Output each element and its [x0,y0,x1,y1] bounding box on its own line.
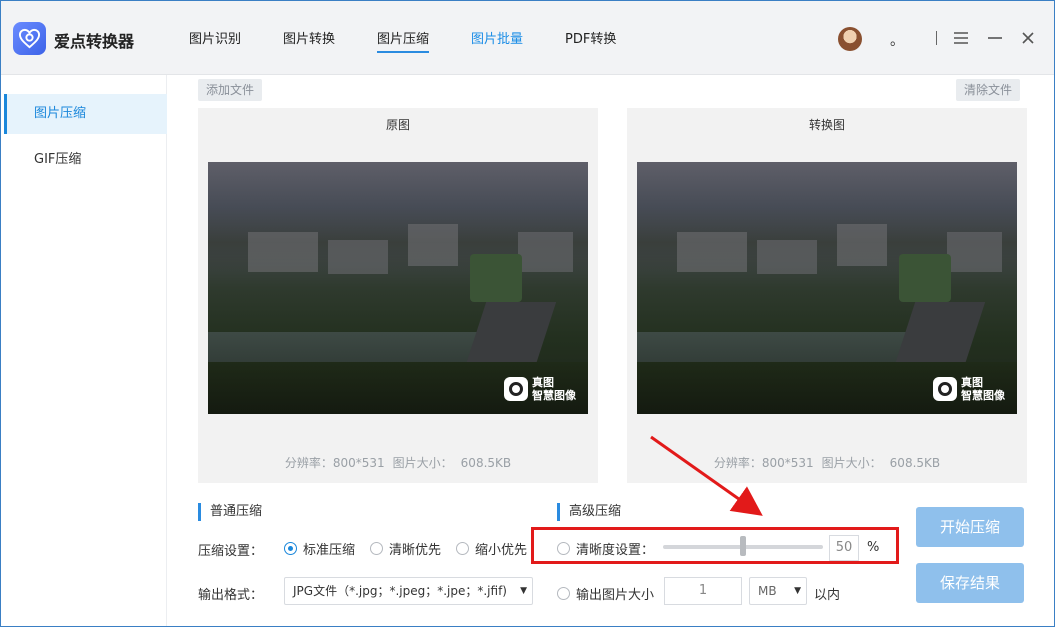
sidebar: 图片压缩 GIF压缩 [4,75,167,626]
output-format-select[interactable]: JPG文件（*.jpg；*.jpeg；*.jpe；*.jfif) ▼ [284,577,533,605]
tab-image-batch[interactable]: 图片批量 [471,28,523,47]
clear-file-button[interactable]: 清除文件 [956,79,1021,101]
output-format-value: JPG文件（*.jpg；*.jpeg；*.jpe；*.jfif) [293,584,507,598]
converted-size-label: 图片大小： [821,456,882,470]
tab-pdf-convert[interactable]: PDF转换 [565,28,616,47]
radio-output-size[interactable]: 输出图片大小 [557,584,654,603]
chevron-down-icon: ▼ [794,586,801,596]
output-size-unit-value: MB [758,584,777,598]
original-size-label: 图片大小： [392,456,453,470]
converted-size-value: 608.5KB [889,456,941,470]
main-content: 添加文件 清除文件 原图 真图 智慧图像 分辨率：800*531 图片大小： 6… [167,75,1054,626]
title-bar: 爱点转换器 图片识别 图片转换 图片压缩 图片批量 PDF转换 。 [1,1,1054,75]
sidebar-item-gif-compress[interactable]: GIF压缩 [4,140,167,180]
watermark: 真图 智慧图像 [933,376,1005,402]
sidebar-item-image-compress[interactable]: 图片压缩 [4,94,167,134]
watermark-logo-icon [504,377,528,401]
original-size-value: 608.5KB [460,456,512,470]
highlight-box [531,527,899,564]
original-image: 真图 智慧图像 [208,162,588,414]
converted-image-panel: 转换图 真图 智慧图像 分辨率：800*531 图片大小： 608.5KB [627,108,1027,483]
watermark-line2: 智慧图像 [961,389,1005,402]
close-icon[interactable] [1019,26,1037,50]
original-title: 原图 [385,118,410,132]
chevron-down-icon: ▼ [520,586,527,596]
normal-compress-title: 普通压缩 [198,503,262,521]
radio-on-icon [284,542,297,555]
output-size-unit-select[interactable]: MB ▼ [749,577,807,605]
radio-off-icon [370,542,383,555]
menu-icon[interactable] [952,26,970,50]
converted-image: 真图 智慧图像 [637,162,1017,414]
app-logo-icon [13,22,46,55]
watermark: 真图 智慧图像 [504,376,576,402]
advanced-compress-title: 高级压缩 [557,503,621,521]
add-file-button[interactable]: 添加文件 [198,79,263,101]
compress-setting-label: 压缩设置： [198,544,264,559]
watermark-line2: 智慧图像 [532,389,576,402]
tab-image-recognition[interactable]: 图片识别 [189,28,241,47]
tab-image-compress[interactable]: 图片压缩 [377,28,430,53]
red-arrow-icon [650,435,763,516]
radio-off-icon [557,587,570,600]
radio-standard-compress[interactable]: 标准压缩 [284,539,355,558]
original-image-panel: 原图 真图 智慧图像 分辨率：800*531 图片大小： 608.5KB [198,108,598,483]
titlebar-divider [936,31,937,45]
app-title: 爱点转换器 [54,32,135,51]
tab-image-convert[interactable]: 图片转换 [283,28,335,47]
original-resolution: 分辨率：800*531 [284,456,385,470]
status-dot: 。 [890,33,904,49]
radio-clarity-first[interactable]: 清晰优先 [370,539,441,558]
app-window: 爱点转换器 图片识别 图片转换 图片压缩 图片批量 PDF转换 。 图片压缩 G… [0,0,1055,627]
output-size-input[interactable]: 1 [664,577,742,605]
radio-off-icon [456,542,469,555]
watermark-line1: 真图 [532,376,554,389]
minimize-icon[interactable] [986,26,1004,50]
save-result-button[interactable]: 保存结果 [916,563,1024,603]
converted-title: 转换图 [808,118,845,132]
start-compress-button[interactable]: 开始压缩 [916,507,1024,547]
watermark-line1: 真图 [961,376,983,389]
original-info: 分辨率：800*531 图片大小： 608.5KB [198,454,598,471]
output-format-label: 输出格式： [198,588,264,603]
watermark-logo-icon [933,377,957,401]
output-size-suffix: 以内 [814,588,841,603]
radio-shrink-first[interactable]: 缩小优先 [456,539,527,558]
avatar[interactable] [838,27,862,51]
